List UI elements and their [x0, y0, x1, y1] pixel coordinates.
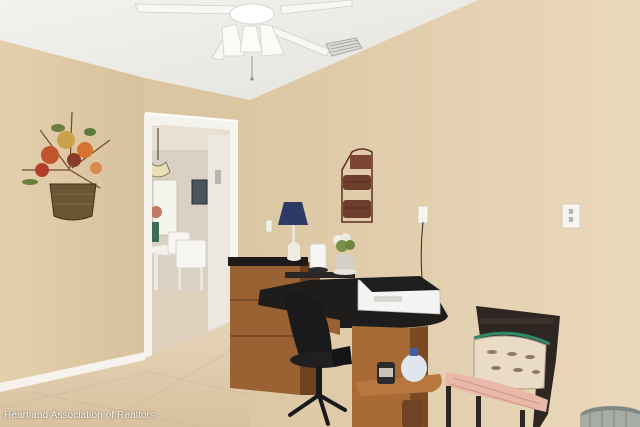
white-canister — [308, 243, 328, 273]
light-switch — [265, 219, 273, 233]
wall-outlet — [561, 203, 581, 229]
wicker-basket — [580, 406, 640, 427]
printer — [357, 276, 441, 315]
room-photo — [0, 0, 640, 427]
watermark: Heartland Association of Realtors — [4, 410, 156, 421]
doorway — [145, 125, 232, 355]
